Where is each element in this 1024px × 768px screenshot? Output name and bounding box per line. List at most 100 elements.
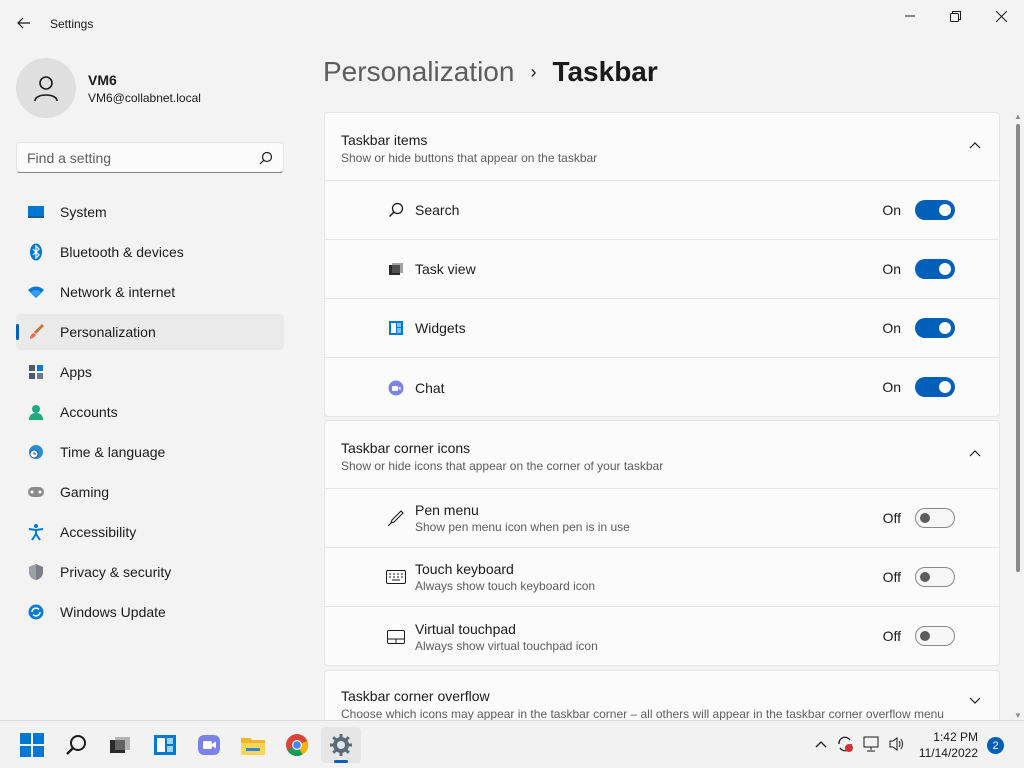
toggle-state: On (882, 202, 901, 218)
chevron-up-icon[interactable] (969, 141, 981, 149)
show-hidden-icons-button[interactable] (810, 733, 832, 755)
start-button[interactable] (12, 727, 52, 763)
corner-icons-section: Taskbar corner icons Show or hide icons … (324, 420, 1000, 666)
settings-search[interactable] (16, 142, 284, 173)
network-button[interactable] (861, 733, 883, 755)
widgets-toggle[interactable] (915, 318, 955, 338)
pen-menu-toggle[interactable] (915, 508, 955, 528)
taskbar-search-button[interactable] (56, 727, 96, 763)
chevron-down-icon[interactable] (969, 697, 981, 705)
chrome-button[interactable] (277, 727, 317, 763)
tray-update-button[interactable] (834, 733, 856, 755)
sidebar-item-network[interactable]: Network & internet (16, 274, 284, 310)
chat-icon (386, 378, 406, 398)
sidebar-item-label: Accessibility (60, 524, 137, 540)
taskbar: 1:42 PM 11/14/2022 2 (0, 720, 1024, 768)
task-view-icon (110, 737, 130, 753)
page-title: Taskbar (552, 56, 658, 87)
title-bar: Settings (0, 0, 1024, 48)
file-explorer-button[interactable] (233, 727, 273, 763)
sidebar-item-time-language[interactable]: Time & language (16, 434, 284, 470)
sidebar-item-label: Apps (60, 364, 92, 380)
close-button[interactable] (978, 0, 1024, 32)
pen-menu-setting-row: Pen menu Show pen menu icon when pen is … (325, 489, 999, 548)
sidebar-item-gaming[interactable]: Gaming (16, 474, 284, 510)
restore-button[interactable] (932, 0, 978, 32)
brush-icon (26, 322, 46, 342)
row-label: Chat (415, 379, 445, 396)
toggle-state: On (882, 379, 901, 395)
sidebar-item-label: Windows Update (60, 604, 166, 620)
sidebar-item-apps[interactable]: Apps (16, 354, 284, 390)
sidebar-item-label: System (60, 204, 107, 220)
toggle-state: On (882, 320, 901, 336)
sidebar-item-windows-update[interactable]: Windows Update (16, 594, 284, 630)
search-icon (386, 200, 406, 220)
folder-icon (241, 738, 265, 755)
scroll-down-icon[interactable]: ▼ (1014, 711, 1022, 720)
chat-button[interactable] (189, 727, 229, 763)
sidebar-item-accounts[interactable]: Accounts (16, 394, 284, 430)
network-icon (863, 736, 879, 752)
sidebar-item-label: Time & language (60, 444, 166, 460)
globe-clock-icon (26, 442, 46, 462)
virtual-touchpad-toggle[interactable] (915, 626, 955, 646)
toggle-state: Off (882, 628, 901, 644)
clock-time: 1:42 PM (933, 730, 978, 744)
breadcrumb-separator: › (530, 61, 537, 82)
app-title: Settings (50, 17, 94, 31)
sidebar-item-label: Privacy & security (60, 564, 172, 580)
volume-button[interactable] (886, 733, 908, 755)
toggle-state: On (882, 261, 901, 277)
chevron-up-icon[interactable] (969, 449, 981, 457)
minimize-button[interactable] (887, 0, 933, 32)
sidebar-item-privacy[interactable]: Privacy & security (16, 554, 284, 590)
touchpad-icon (386, 627, 406, 647)
notification-badge[interactable]: 2 (987, 737, 1004, 754)
back-button[interactable] (10, 9, 38, 37)
task-view-button[interactable] (100, 727, 140, 763)
sidebar-item-bluetooth[interactable]: Bluetooth & devices (16, 234, 284, 270)
widgets-button[interactable] (145, 727, 185, 763)
sidebar-item-label: Network & internet (60, 284, 176, 300)
chrome-icon (286, 734, 309, 756)
user-profile[interactable]: VM6 VM6@collabnet.local (16, 58, 201, 118)
section-title: Taskbar corner overflow (341, 688, 490, 704)
windows-logo-icon (20, 733, 44, 757)
touch-keyboard-toggle[interactable] (915, 567, 955, 587)
sidebar-item-label: Bluetooth & devices (60, 244, 184, 260)
task-view-icon (386, 259, 406, 279)
taskbar-items-header[interactable]: Taskbar items Show or hide buttons that … (325, 113, 999, 181)
row-label: Search (415, 202, 460, 218)
search-icon[interactable] (259, 151, 273, 165)
search-input[interactable] (17, 143, 247, 172)
scrollbar-thumb[interactable] (1016, 124, 1020, 572)
person-icon (34, 76, 58, 102)
sidebar-item-label: Gaming (60, 484, 110, 500)
row-label: Task view (415, 261, 476, 277)
taskbar-items-section: Taskbar items Show or hide buttons that … (324, 112, 1000, 417)
bluetooth-icon (26, 242, 46, 262)
widgets-icon (154, 735, 176, 755)
clock[interactable]: 1:42 PM 11/14/2022 (916, 729, 978, 761)
task-view-toggle[interactable] (915, 259, 955, 279)
chat-toggle[interactable] (915, 377, 955, 397)
row-label: Touch keyboard (415, 561, 514, 577)
sidebar-item-system[interactable]: System (16, 194, 284, 230)
scrollbar[interactable]: ▲ ▼ (1012, 112, 1024, 720)
gear-icon (330, 734, 352, 756)
sidebar-item-accessibility[interactable]: Accessibility (16, 514, 284, 550)
system-icon (26, 202, 46, 222)
sidebar-item-personalization[interactable]: Personalization (16, 314, 284, 350)
scroll-up-icon[interactable]: ▲ (1014, 112, 1022, 121)
corner-icons-header[interactable]: Taskbar corner icons Show or hide icons … (325, 421, 999, 489)
clock-date: 11/14/2022 (918, 746, 978, 760)
section-title: Taskbar items (341, 132, 428, 148)
search-toggle[interactable] (915, 200, 955, 220)
keyboard-icon (386, 567, 406, 587)
section-subtitle: Choose which icons may appear in the tas… (341, 707, 944, 721)
sidebar-nav: System Bluetooth & devices Network & int… (16, 194, 284, 634)
settings-app-button[interactable] (321, 727, 361, 763)
minimize-icon (905, 15, 915, 17)
breadcrumb-parent[interactable]: Personalization (323, 56, 514, 88)
